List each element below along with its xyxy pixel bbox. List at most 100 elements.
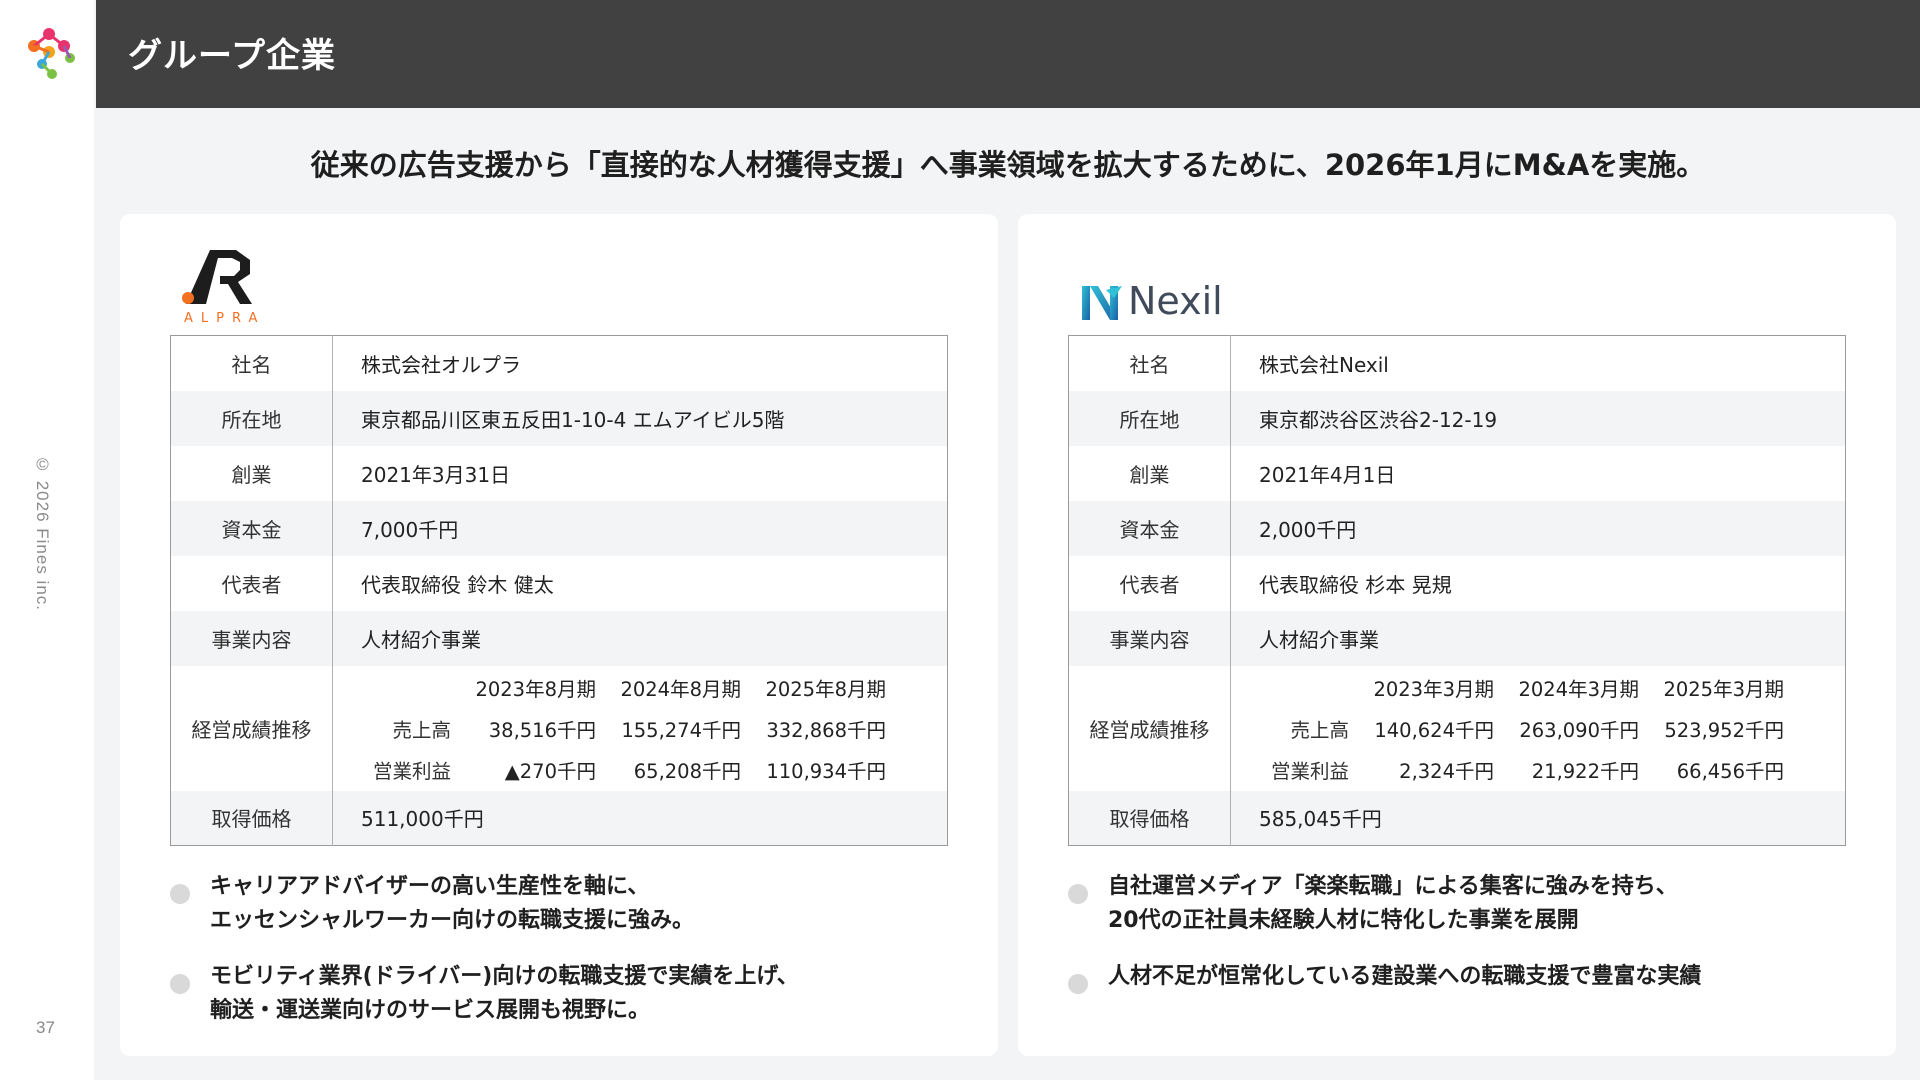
page-header: グループ企業 xyxy=(96,0,1920,108)
sidebar: © 2026 Fines inc. 37 xyxy=(0,0,94,1080)
headline: 従来の広告支援から「直接的な人材獲得支援」へ事業領域を拡大するために、2026年… xyxy=(310,148,1706,182)
table-row: 社名 株式会社Nexil xyxy=(1068,335,1846,391)
bullet-dot-icon xyxy=(170,884,190,904)
alpra-logo-text: ALPRA xyxy=(184,311,265,324)
sales-value: 38,516千円 xyxy=(488,718,596,742)
row-value: 東京都渋谷区渋谷2-12-19 xyxy=(1259,407,1498,432)
table-row: 資本金 2,000千円 xyxy=(1068,500,1846,556)
period-header: 2025年8月期 xyxy=(765,677,886,701)
profit-label: 営業利益 xyxy=(1270,759,1349,783)
table-row: 事業内容 人材紹介事業 xyxy=(1068,610,1846,666)
row-value: 2021年3月31日 xyxy=(361,462,511,487)
period-header: 2024年3月期 xyxy=(1518,677,1639,701)
row-label: 資本金 xyxy=(170,500,333,556)
sales-label: 売上高 xyxy=(392,718,451,742)
row-value: 株式会社オルプラ xyxy=(361,352,521,377)
row-value: 代表取締役 杉本 晃規 xyxy=(1259,572,1452,597)
nexil-logo-text: Nexil xyxy=(1128,279,1223,323)
row-value: 東京都品川区東五反田1-10-4 エムアイビル5階 xyxy=(361,407,785,432)
company-card-nexil: Nexil 社名 株式会社Nexil 所在地 東京都渋谷区渋谷2-12-19 創… xyxy=(1018,214,1896,1056)
performance-cell: 2023年3月期 2024年3月期 2025年3月期 売上高 140,624千円… xyxy=(1231,666,1846,791)
bullet-dot-icon xyxy=(1068,884,1088,904)
profit-value: 110,934千円 xyxy=(766,759,886,783)
bullet-dot-icon xyxy=(1068,974,1088,994)
sales-value: 332,868千円 xyxy=(766,718,886,742)
nexil-logo-icon: Nexil xyxy=(1082,279,1223,323)
row-value: 585,045千円 xyxy=(1259,807,1382,832)
profit-value: ▲270千円 xyxy=(504,759,596,783)
sales-value: 140,624千円 xyxy=(1374,718,1494,742)
list-item: 自社運営メディア「楽楽転職」による集客に強みを持ち、 20代の正社員未経験人材に… xyxy=(1068,870,1858,938)
row-label: 社名 xyxy=(170,335,333,391)
row-label: 社名 xyxy=(1068,335,1231,391)
period-header: 2023年3月期 xyxy=(1373,677,1494,701)
period-header: 2025年3月期 xyxy=(1663,677,1784,701)
table-row: 代表者 代表取締役 鈴木 健太 xyxy=(170,555,948,611)
table-row: 代表者 代表取締役 杉本 晃規 xyxy=(1068,555,1846,611)
row-label: 事業内容 xyxy=(1068,610,1231,666)
bullet-dot-icon xyxy=(170,974,190,994)
row-label: 代表者 xyxy=(170,555,333,611)
profit-value: 65,208千円 xyxy=(633,759,741,783)
row-label: 創業 xyxy=(1068,445,1231,501)
bullet-text: モビリティ業界(ドライバー)向けの転職支援で実績を上げ、 輸送・運送業向けのサー… xyxy=(210,964,799,1023)
bullet-text: キャリアアドバイザーの高い生産性を軸に、 エッセンシャルワーカー向けの転職支援に… xyxy=(210,874,695,933)
row-label: 取得価格 xyxy=(170,790,333,846)
list-item: 人材不足が恒常化している建設業への転職支援で豊富な実績 xyxy=(1068,960,1858,994)
page-title: グループ企業 xyxy=(128,36,336,76)
row-label: 事業内容 xyxy=(170,610,333,666)
sales-value: 263,090千円 xyxy=(1519,718,1639,742)
period-header: 2024年8月期 xyxy=(620,677,741,701)
company-card-alpra: ALPRA 社名 株式会社オルプラ 所在地 東京都品川区東五反田1-10-4 エ… xyxy=(120,214,998,1056)
company-info-table: 社名 株式会社Nexil 所在地 東京都渋谷区渋谷2-12-19 創業 2021… xyxy=(1068,335,1846,846)
copyright-text: © 2026 Fines inc. xyxy=(33,455,52,612)
table-row: 所在地 東京都品川区東五反田1-10-4 エムアイビル5階 xyxy=(170,390,948,446)
fines-logo-icon xyxy=(28,28,75,79)
bullet-list: 自社運営メディア「楽楽転職」による集客に強みを持ち、 20代の正社員未経験人材に… xyxy=(1068,870,1858,1016)
row-value: 7,000千円 xyxy=(361,517,459,542)
row-label: 経営成績推移 xyxy=(170,665,333,791)
page-number: 37 xyxy=(36,1018,55,1037)
profit-value: 2,324千円 xyxy=(1399,759,1494,783)
row-label: 所在地 xyxy=(170,390,333,446)
table-row: 創業 2021年4月1日 xyxy=(1068,445,1846,501)
company-info-table: 社名 株式会社オルプラ 所在地 東京都品川区東五反田1-10-4 エムアイビル5… xyxy=(170,335,948,846)
profit-value: 21,922千円 xyxy=(1531,759,1639,783)
list-item: モビリティ業界(ドライバー)向けの転職支援で実績を上げ、 輸送・運送業向けのサー… xyxy=(170,960,960,1028)
row-value: 人材紹介事業 xyxy=(361,627,481,652)
list-item: キャリアアドバイザーの高い生産性を軸に、 エッセンシャルワーカー向けの転職支援に… xyxy=(170,870,960,938)
table-row: 所在地 東京都渋谷区渋谷2-12-19 xyxy=(1068,390,1846,446)
row-label: 創業 xyxy=(170,445,333,501)
table-row: 資本金 7,000千円 xyxy=(170,500,948,556)
performance-row: 経営成績推移 2023年3月期 2024年3月期 2025年3月期 売上高 14… xyxy=(1068,665,1846,791)
row-label: 経営成績推移 xyxy=(1068,665,1231,791)
sales-value: 155,274千円 xyxy=(621,718,741,742)
row-label: 代表者 xyxy=(1068,555,1231,611)
bullet-text: 自社運営メディア「楽楽転職」による集客に強みを持ち、 20代の正社員未経験人材に… xyxy=(1108,874,1678,933)
row-value: 代表取締役 鈴木 健太 xyxy=(361,572,554,597)
sales-value: 523,952千円 xyxy=(1664,718,1784,742)
profit-value: 66,456千円 xyxy=(1676,759,1784,783)
row-value: 2021年4月1日 xyxy=(1259,462,1396,487)
row-value: 2,000千円 xyxy=(1259,517,1357,542)
table-row: 社名 株式会社オルプラ xyxy=(170,335,948,391)
performance-cell: 2023年8月期 2024年8月期 2025年8月期 売上高 38,516千円 … xyxy=(333,666,948,791)
row-value: 株式会社Nexil xyxy=(1259,352,1389,377)
table-row: 創業 2021年3月31日 xyxy=(170,445,948,501)
table-row: 取得価格 511,000千円 xyxy=(170,790,948,846)
row-value: 511,000千円 xyxy=(361,807,484,832)
bullet-list: キャリアアドバイザーの高い生産性を軸に、 エッセンシャルワーカー向けの転職支援に… xyxy=(170,870,960,1050)
table-row: 事業内容 人材紹介事業 xyxy=(170,610,948,666)
sales-label: 売上高 xyxy=(1290,718,1349,742)
performance-row: 経営成績推移 2023年8月期 2024年8月期 2025年8月期 売上高 38… xyxy=(170,665,948,791)
alpra-logo-icon: ALPRA xyxy=(182,250,265,324)
period-header: 2023年8月期 xyxy=(475,677,596,701)
performance-grid: 2023年3月期 2024年3月期 2025年3月期 売上高 140,624千円… xyxy=(1231,673,1845,784)
row-value: 人材紹介事業 xyxy=(1259,627,1379,652)
row-label: 資本金 xyxy=(1068,500,1231,556)
profit-label: 営業利益 xyxy=(372,759,451,783)
table-row: 取得価格 585,045千円 xyxy=(1068,790,1846,846)
performance-grid: 2023年8月期 2024年8月期 2025年8月期 売上高 38,516千円 … xyxy=(333,673,947,784)
row-label: 取得価格 xyxy=(1068,790,1231,846)
bullet-text: 人材不足が恒常化している建設業への転職支援で豊富な実績 xyxy=(1108,964,1702,989)
